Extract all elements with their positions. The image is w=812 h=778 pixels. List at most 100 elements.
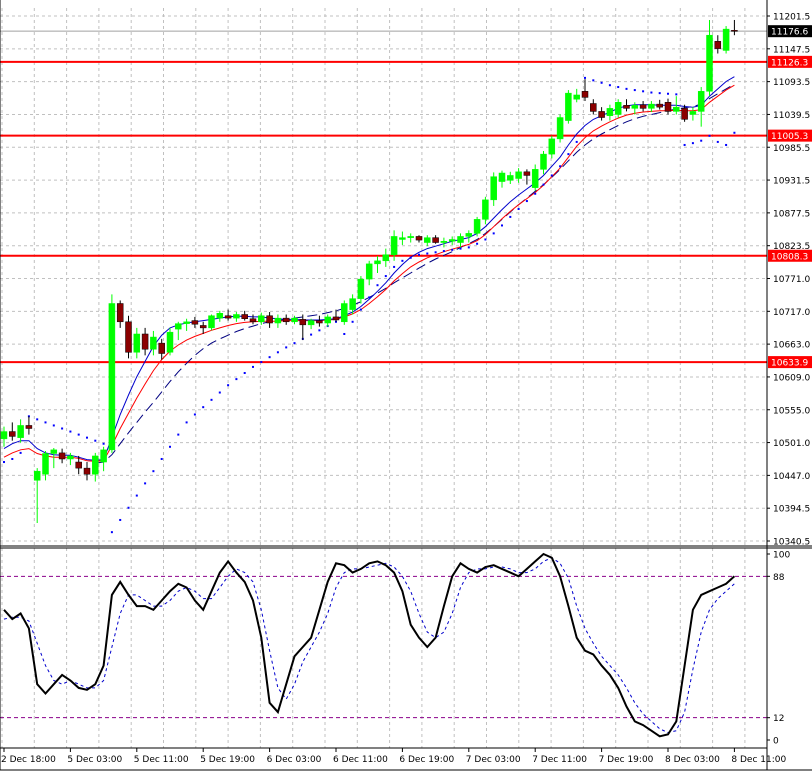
candle-body	[258, 315, 265, 323]
sar-dot	[11, 457, 14, 460]
candle-body	[92, 455, 99, 475]
price-tick-label: 11093.5	[773, 78, 810, 88]
candle-body	[639, 104, 647, 109]
sar-dot	[550, 174, 553, 177]
price-tick-label: 11147.5	[773, 45, 810, 55]
candle-body	[382, 254, 390, 262]
sar-dot	[675, 93, 678, 96]
time-tick-label: 5 Dec 03:00	[67, 755, 122, 765]
sar-dot	[633, 89, 636, 92]
sar-dot	[351, 320, 354, 323]
candle-body	[399, 237, 406, 240]
price-tick-label: 10501.0	[773, 439, 810, 449]
sar-dot	[542, 183, 545, 186]
sar-dot	[368, 296, 371, 299]
sar-dot	[584, 76, 586, 79]
candle-body	[349, 298, 356, 310]
sar-dot	[218, 391, 221, 394]
candle-body	[623, 105, 630, 109]
time-tick-label: 8 Dec 11:00	[731, 755, 786, 765]
candle-body	[291, 317, 298, 323]
sar-dot	[235, 378, 238, 381]
candle-body	[50, 449, 58, 454]
sar-dot	[318, 329, 321, 332]
sar-dot	[102, 442, 105, 445]
sar-dot	[608, 84, 611, 87]
sar-dot	[418, 253, 420, 256]
candle-body	[556, 117, 564, 140]
candle-body	[365, 263, 373, 280]
sar-dot	[86, 436, 88, 439]
candle-body	[689, 111, 697, 115]
osc-tick-label: 12	[773, 714, 784, 724]
price-tick-label: 10717.0	[773, 308, 810, 318]
candle-body	[274, 317, 282, 324]
candle-body	[224, 315, 232, 319]
sar-dot	[177, 433, 180, 436]
candle-body	[75, 461, 82, 469]
time-tick-label: 7 Dec 19:00	[599, 755, 654, 765]
sar-dot	[119, 518, 122, 521]
time-tick-label: 5 Dec 19:00	[200, 755, 255, 765]
candle-body	[590, 103, 597, 112]
sar-dot	[243, 372, 246, 375]
candle-body	[714, 41, 722, 49]
sar-dot	[467, 246, 470, 249]
candle-body	[432, 237, 439, 243]
candle-body	[357, 278, 365, 299]
candle-body	[606, 108, 614, 116]
sar-dot	[127, 506, 130, 509]
candle-body	[0, 431, 8, 440]
sar-dot	[592, 79, 595, 82]
price-tick-label: 10771.0	[773, 275, 810, 285]
price-tick-label: 10340.5	[773, 538, 810, 548]
candle-body	[125, 321, 132, 353]
candle-body	[490, 176, 497, 201]
candle-body	[390, 236, 398, 255]
candle-body	[457, 236, 464, 243]
candle-body	[424, 237, 431, 243]
time-tick-label: 7 Dec 03:00	[466, 755, 521, 765]
candle-body	[100, 449, 107, 463]
candle-body	[216, 313, 224, 319]
osc-tick-label: 100	[773, 551, 790, 561]
candle-body	[731, 30, 738, 32]
sar-dot	[501, 224, 503, 227]
sar-dot	[169, 445, 171, 448]
sar-dot	[61, 427, 64, 430]
price-tick-label: 10985.5	[773, 144, 810, 154]
candle-body	[648, 103, 655, 109]
candle-body	[199, 325, 207, 329]
sar-dot	[276, 351, 279, 354]
sar-dot	[476, 242, 479, 245]
candle-body	[9, 431, 16, 437]
candle-body	[697, 91, 705, 112]
sar-dot	[575, 140, 578, 143]
sar-dot	[434, 251, 437, 254]
sar-dot	[725, 143, 728, 146]
sar-dot	[343, 332, 346, 335]
price-tick-label: 10663.0	[773, 341, 810, 351]
sar-dot	[409, 256, 412, 259]
sar-dot	[52, 424, 55, 427]
sar-dot	[19, 451, 22, 454]
sar-dot	[44, 421, 47, 424]
candle-body	[673, 106, 680, 112]
candle-body	[208, 315, 215, 329]
sar-dot	[69, 430, 72, 433]
level-price-label: 10633.9	[771, 359, 808, 369]
candle-body	[299, 319, 307, 326]
sar-dot	[110, 531, 113, 534]
sar-dot	[393, 265, 396, 268]
sar-dot	[733, 131, 736, 134]
price-tick-label: 10447.0	[773, 472, 810, 482]
sar-dot	[401, 259, 404, 262]
price-tick-label: 10609.0	[773, 373, 810, 383]
candle-body	[83, 467, 91, 475]
chart-window: 11201.5 11147.5 11093.5 11039.5 10985.5 10931…	[0, 0, 812, 774]
candle-body	[307, 320, 315, 326]
sar-dot	[650, 91, 653, 94]
sar-dot	[268, 356, 271, 359]
candle-body	[141, 333, 149, 350]
candle-body	[341, 303, 348, 323]
